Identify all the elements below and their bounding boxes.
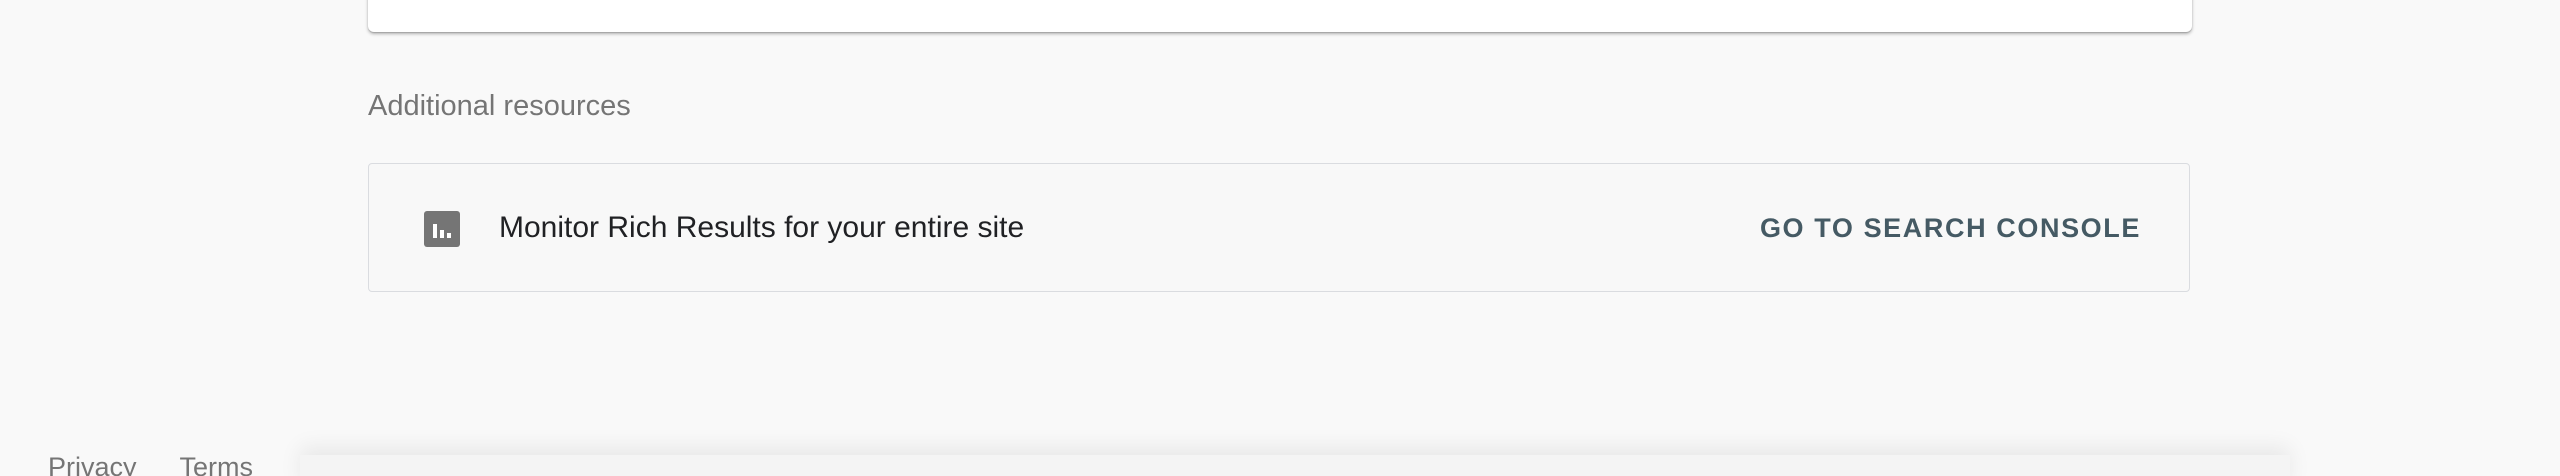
bar-chart-icon	[424, 211, 460, 247]
additional-resources-heading: Additional resources	[368, 90, 631, 122]
go-to-search-console-button[interactable]: GO TO SEARCH CONSOLE	[1760, 208, 2141, 248]
privacy-link[interactable]: Privacy	[48, 452, 137, 476]
footer-links: Privacy Terms	[48, 452, 289, 476]
resource-description: Monitor Rich Results for your entire sit…	[499, 211, 1025, 244]
page: Additional resources Monitor Rich Result…	[0, 0, 2560, 476]
terms-link[interactable]: Terms	[180, 452, 254, 476]
results-card-bottom-edge	[368, 0, 2192, 32]
search-console-resource-card: Monitor Rich Results for your entire sit…	[368, 163, 2190, 292]
footer-bar	[300, 455, 2290, 476]
